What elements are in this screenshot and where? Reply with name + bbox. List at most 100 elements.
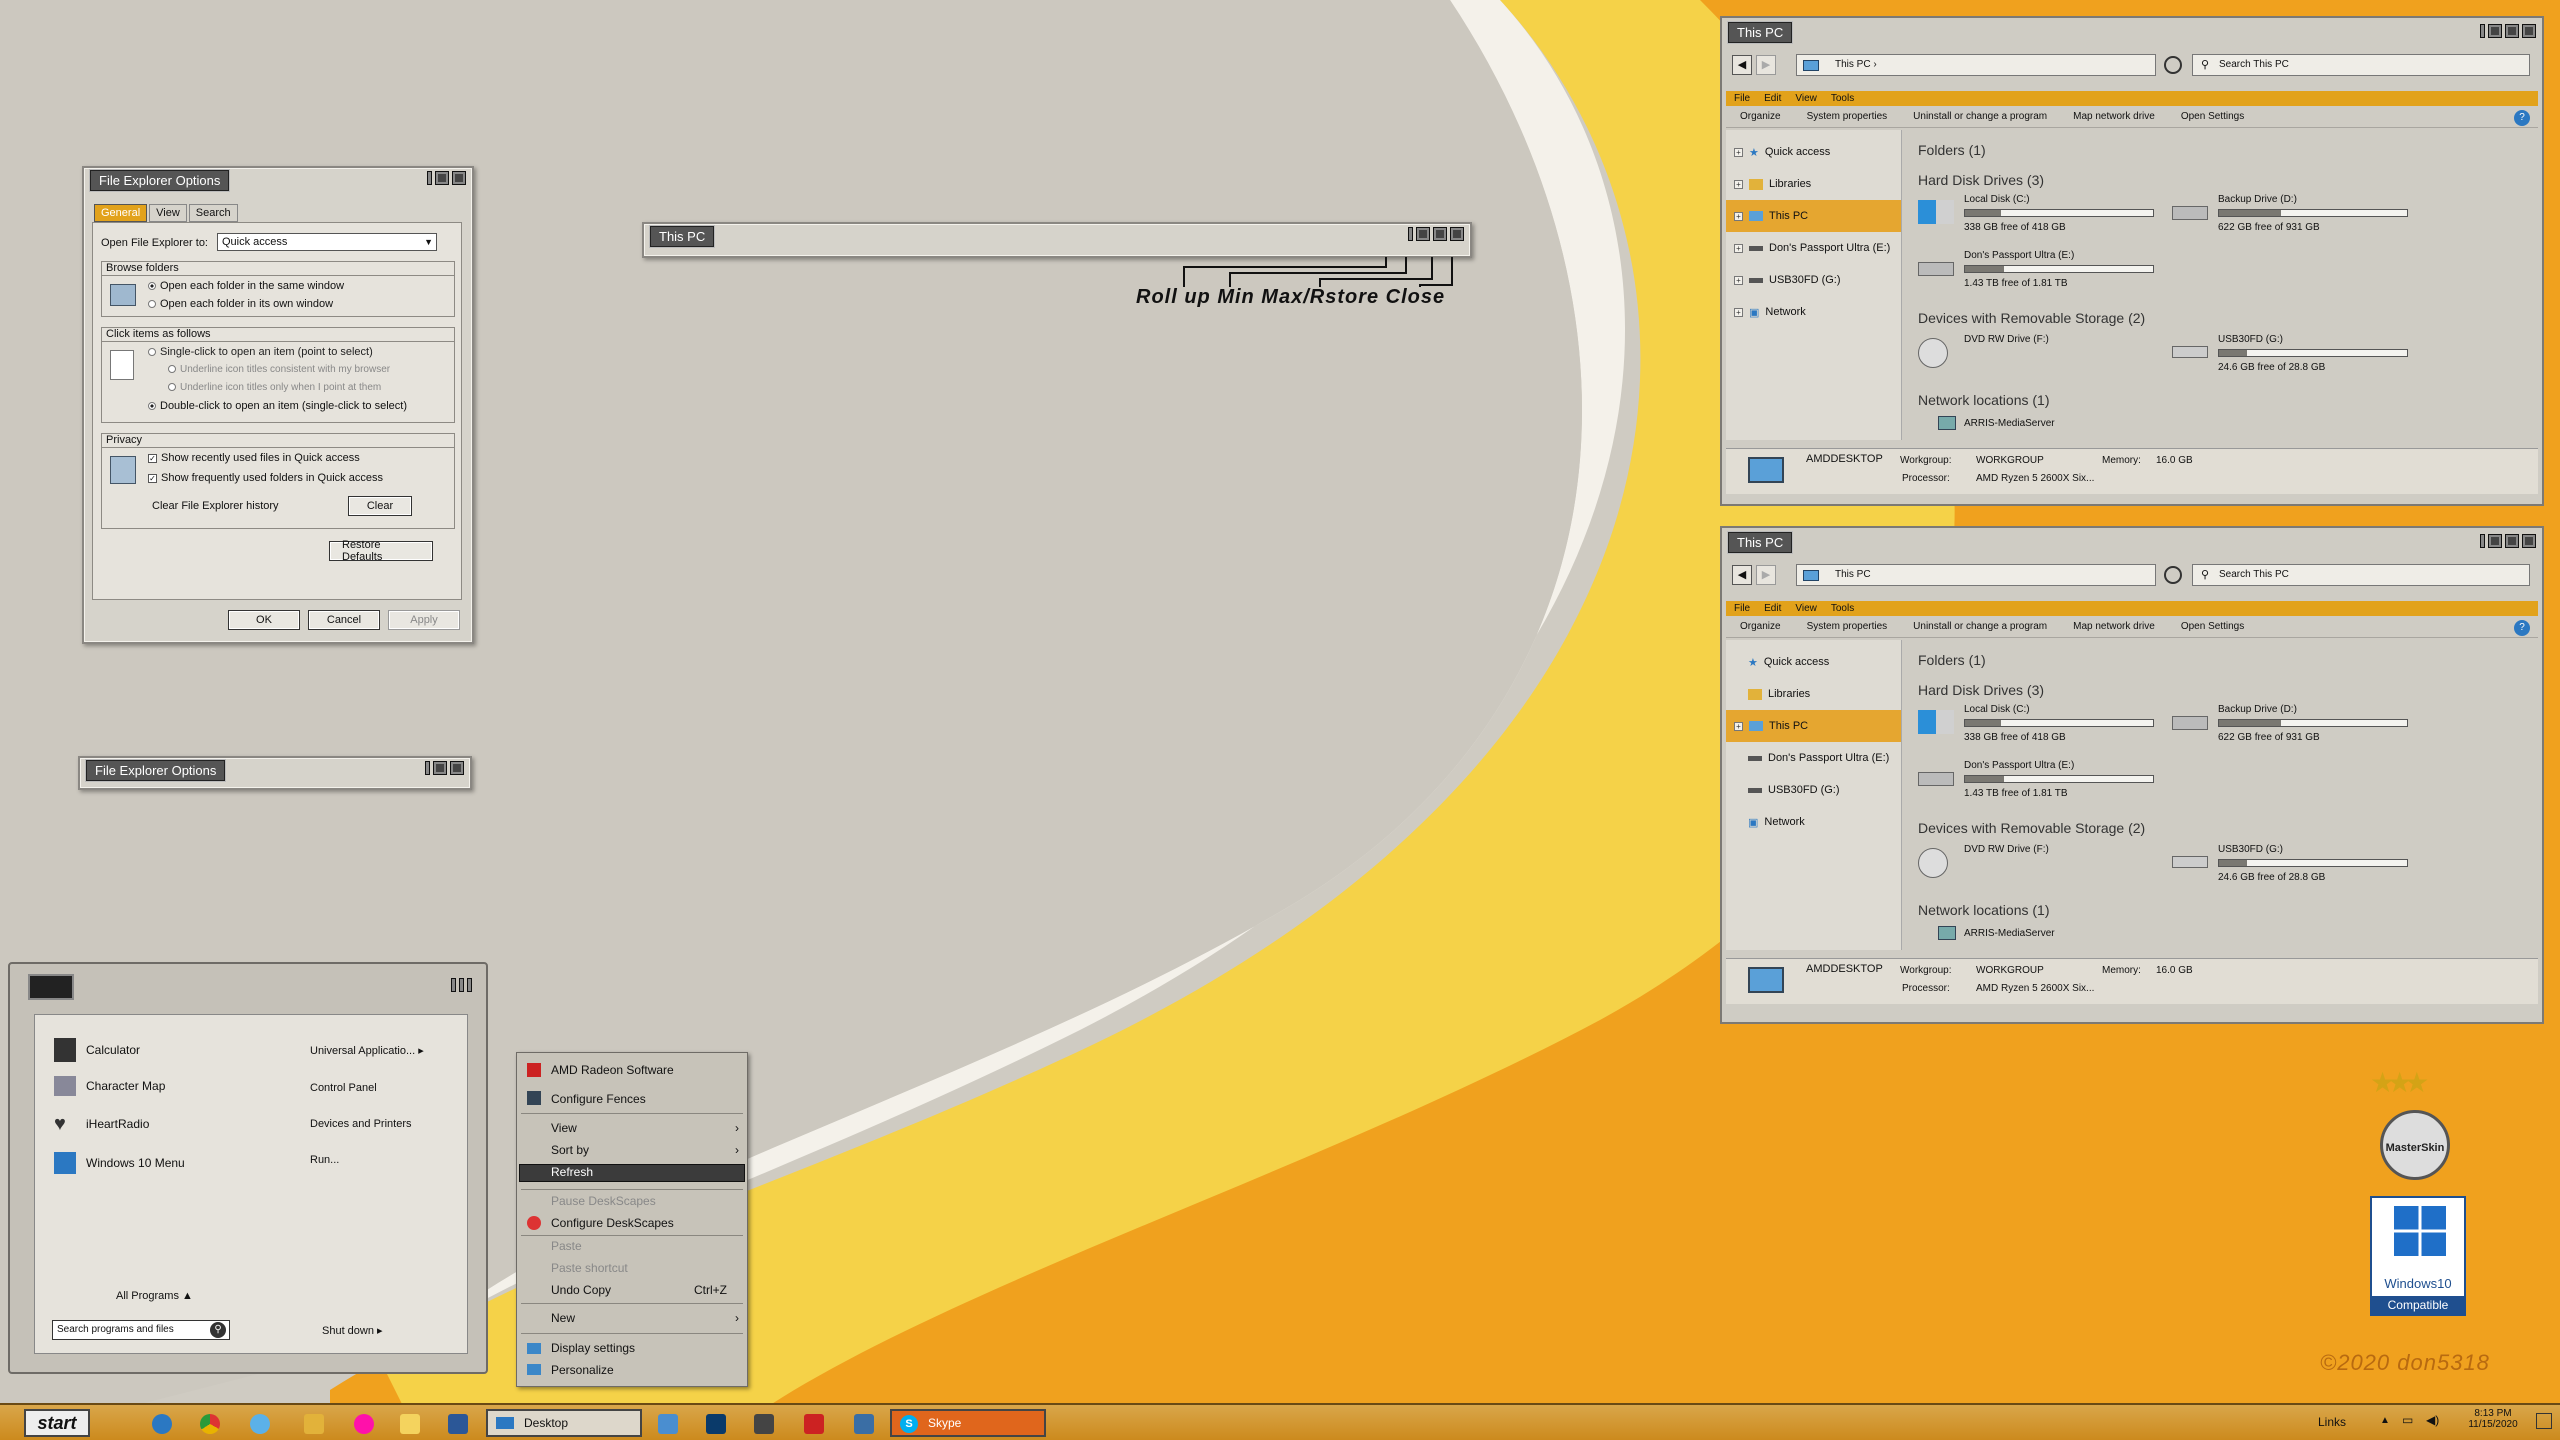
back-button[interactable]: ◀ [1732, 55, 1752, 75]
rollup-button[interactable] [1408, 227, 1413, 241]
minimize-button[interactable] [2488, 24, 2502, 38]
search-box[interactable]: ⚲ Search This PC [2192, 54, 2530, 76]
uninstall-button[interactable]: Uninstall or change a program [1913, 621, 2047, 632]
pinned-iheartradio[interactable]: ♥ iHeartRadio [54, 1114, 149, 1134]
tab-search[interactable]: Search [188, 204, 238, 222]
close-button[interactable] [467, 978, 472, 992]
action-center-icon[interactable] [2536, 1413, 2552, 1429]
start-button[interactable]: start [24, 1409, 90, 1437]
photoshop-icon[interactable] [706, 1414, 726, 1434]
map-drive-button[interactable]: Map network drive [2073, 621, 2155, 632]
checkbox-recent-files[interactable]: ✓ [148, 453, 157, 463]
menu-display-settings[interactable]: Display settings [551, 1339, 635, 1357]
menu-tools[interactable]: Tools [1831, 93, 1854, 104]
tab-general[interactable]: General [94, 204, 148, 222]
menu-file[interactable]: File [1734, 603, 1750, 614]
network-app-icon[interactable] [658, 1414, 678, 1434]
pinned-charmap[interactable]: Character Map [54, 1076, 165, 1096]
menu-new[interactable]: New [551, 1309, 575, 1327]
menu-paste-shortcut[interactable]: Paste shortcut [551, 1259, 628, 1277]
apply-button[interactable]: Apply [388, 610, 460, 630]
organize-button[interactable]: Organize [1740, 621, 1781, 632]
menu-pause-deskscapes[interactable]: Pause DeskScapes [551, 1192, 656, 1210]
browser-icon[interactable] [250, 1414, 270, 1434]
refresh-button[interactable] [2164, 566, 2182, 584]
organize-button[interactable]: Organize [1740, 111, 1781, 122]
tab-view[interactable]: View [149, 204, 187, 222]
map-drive-button[interactable]: Map network drive [2073, 111, 2155, 122]
nav-quick-access[interactable]: + ★ Quick access [1726, 136, 1901, 168]
nav-network[interactable]: ▣ Network [1726, 806, 1901, 838]
back-button[interactable]: ◀ [1732, 565, 1752, 585]
search-programs-input[interactable]: Search programs and files ⚲ [52, 1320, 230, 1340]
nav-usb[interactable]: + USB30FD (G:) [1726, 264, 1901, 296]
right-control-panel[interactable]: Control Panel [310, 1082, 377, 1094]
restore-defaults-button[interactable]: Restore Defaults [329, 539, 433, 563]
address-bar[interactable]: This PC › [1796, 54, 2156, 76]
menu-file[interactable]: File [1734, 93, 1750, 104]
menu-configure-deskscapes[interactable]: Configure DeskScapes [551, 1214, 674, 1232]
nav-quick-access[interactable]: ★ Quick access [1726, 646, 1901, 678]
rollup-button[interactable] [427, 171, 432, 185]
menu-view[interactable]: View [1795, 603, 1817, 614]
volume-icon[interactable]: ◀) [2426, 1413, 2439, 1427]
menu-sort-by[interactable]: Sort by [551, 1141, 589, 1159]
radio-underline-browser[interactable] [168, 365, 176, 374]
nav-this-pc[interactable]: + This PC [1726, 710, 1901, 742]
menu-undo-copy[interactable]: Undo Copy [551, 1281, 611, 1299]
open-settings-button[interactable]: Open Settings [2181, 621, 2244, 632]
menu-tools[interactable]: Tools [1831, 603, 1854, 614]
show-hidden-icons-icon[interactable]: ▲ [2380, 1415, 2390, 1426]
edge-icon[interactable] [152, 1414, 172, 1434]
maximize-button[interactable] [2505, 534, 2519, 548]
menu-refresh[interactable]: Refresh [551, 1163, 593, 1181]
menu-edit[interactable]: Edit [1764, 603, 1781, 614]
forward-button[interactable]: ▶ [1756, 55, 1776, 75]
open-settings-button[interactable]: Open Settings [2181, 111, 2244, 122]
feo-dialog[interactable]: File Explorer Options General View Searc… [82, 166, 474, 644]
close-button[interactable] [452, 171, 466, 185]
close-button[interactable] [2522, 24, 2536, 38]
pinned-win10menu[interactable]: Windows 10 Menu [54, 1152, 185, 1174]
refresh-button[interactable] [2164, 56, 2182, 74]
taskbar-desktop-button[interactable]: Desktop [486, 1409, 642, 1437]
nav-libraries[interactable]: + Libraries [1726, 168, 1901, 200]
radio-same-window[interactable] [148, 282, 156, 291]
right-universal-apps[interactable]: Universal Applicatio... ▸ [310, 1044, 424, 1057]
thispc-rolled-window[interactable]: This PC [642, 222, 1472, 258]
ok-button[interactable]: OK [228, 610, 300, 630]
nav-libraries[interactable]: Libraries [1726, 678, 1901, 710]
address-bar[interactable]: This PC [1796, 564, 2156, 586]
nav-network[interactable]: + ▣ Network [1726, 296, 1901, 328]
system-properties-button[interactable]: System properties [1807, 111, 1888, 122]
menu-personalize[interactable]: Personalize [551, 1361, 614, 1379]
forward-button[interactable]: ▶ [1756, 565, 1776, 585]
amd-icon[interactable] [804, 1414, 824, 1434]
feo-rolled-window[interactable]: File Explorer Options [78, 756, 472, 790]
radio-own-window[interactable] [148, 300, 156, 309]
help-icon[interactable]: ? [2514, 620, 2530, 636]
folder-icon[interactable] [304, 1414, 324, 1434]
taskbar-skype-button[interactable]: S Skype [890, 1409, 1046, 1437]
menu-configure-fences[interactable]: Configure Fences [551, 1090, 646, 1108]
word-icon[interactable] [448, 1414, 468, 1434]
shutdown-button[interactable]: Shut down ▸ [322, 1324, 383, 1337]
files-icon[interactable] [400, 1414, 420, 1434]
user-picture[interactable] [28, 974, 74, 1000]
cancel-button[interactable]: Cancel [308, 610, 380, 630]
radio-single-click[interactable] [148, 348, 156, 357]
rollup-button[interactable] [2480, 534, 2485, 548]
maximize-button[interactable] [2505, 24, 2519, 38]
camera-icon[interactable] [754, 1414, 774, 1434]
app-icon[interactable] [854, 1414, 874, 1434]
nav-passport[interactable]: + Don's Passport Ultra (E:) [1726, 232, 1901, 264]
rollup-button[interactable] [451, 978, 456, 992]
links-toolbar[interactable]: Links [2318, 1415, 2346, 1429]
minimize-button[interactable] [2488, 534, 2502, 548]
menu-paste[interactable]: Paste [551, 1237, 582, 1255]
radio-underline-point[interactable] [168, 383, 176, 392]
minimize-button[interactable] [435, 171, 449, 185]
search-box[interactable]: ⚲ Search This PC [2192, 564, 2530, 586]
right-run[interactable]: Run... [310, 1154, 339, 1166]
close-button[interactable] [450, 761, 464, 775]
